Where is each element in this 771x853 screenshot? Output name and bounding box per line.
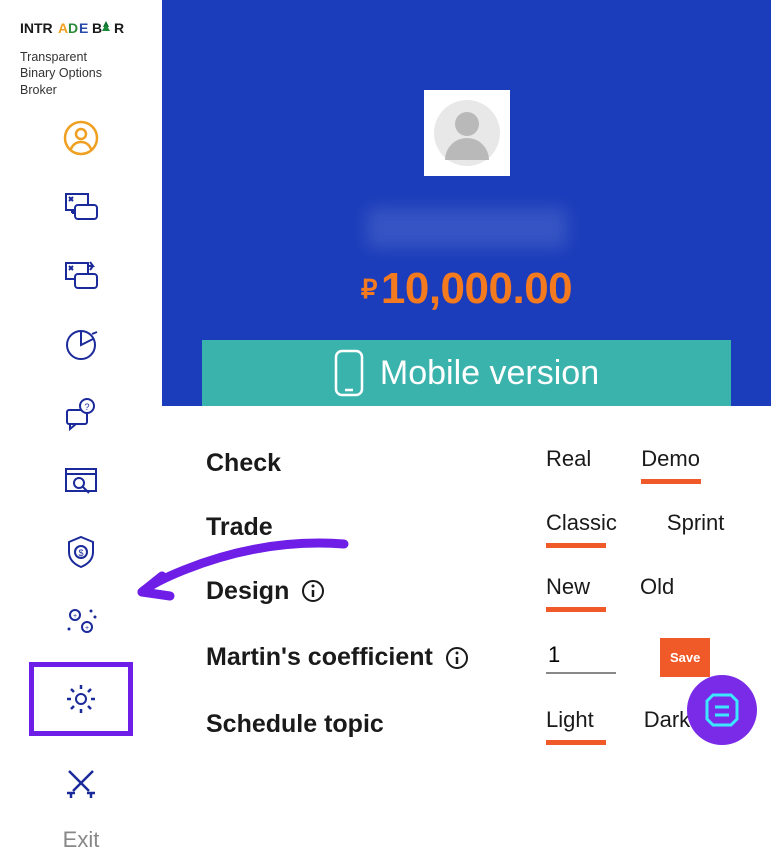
save-button[interactable]: Save — [660, 638, 710, 677]
design-option-new[interactable]: New — [546, 574, 590, 608]
mobile-version-label: Mobile version — [380, 354, 599, 393]
tagline: Transparent Binary Options Broker — [0, 49, 162, 98]
account-name-blurred — [367, 208, 567, 248]
settings-panel: Check Real Demo Trade Classic Sprint Des… — [162, 406, 771, 741]
nav-settings[interactable] — [29, 662, 133, 736]
check-option-demo[interactable]: Demo — [641, 446, 700, 480]
martin-input[interactable] — [546, 638, 616, 674]
setting-trade: Trade Classic Sprint — [206, 510, 731, 544]
design-option-old[interactable]: Old — [640, 574, 674, 608]
nav-profile[interactable] — [59, 116, 103, 160]
nav-stats[interactable] — [59, 323, 103, 367]
analysis-icon — [63, 465, 99, 501]
main-content: ₽10,000.00 Mobile version Check Real Dem… — [162, 0, 771, 759]
svg-text:R: R — [114, 20, 124, 36]
setting-martin-label: Martin's coefficient — [206, 643, 546, 672]
swords-icon — [63, 765, 99, 801]
nav-withdraw[interactable] — [59, 254, 103, 298]
nav-help[interactable]: ? — [59, 392, 103, 436]
svg-text:A: A — [58, 20, 68, 36]
withdraw-icon — [63, 258, 99, 294]
nav-analysis[interactable] — [59, 461, 103, 505]
phone-icon — [334, 349, 364, 397]
floating-badge[interactable] — [687, 675, 757, 745]
account-balance: ₽10,000.00 — [162, 264, 771, 314]
trade-option-classic[interactable]: Classic — [546, 510, 617, 544]
svg-text:INTR: INTR — [20, 20, 53, 36]
setting-check-label: Check — [206, 449, 546, 478]
avatar[interactable] — [424, 90, 510, 176]
check-option-real[interactable]: Real — [546, 446, 591, 480]
nav-exit[interactable]: Exit — [0, 827, 162, 853]
info-icon[interactable] — [445, 646, 469, 670]
avatar-placeholder-icon — [434, 100, 500, 166]
svg-text:+: + — [85, 625, 89, 632]
svg-text:$: $ — [78, 548, 83, 558]
schedule-option-dark[interactable]: Dark — [644, 707, 690, 741]
schedule-option-light[interactable]: Light — [546, 707, 594, 741]
profile-icon — [63, 120, 99, 156]
info-icon[interactable] — [301, 579, 325, 603]
setting-trade-label: Trade — [206, 513, 546, 542]
deposit-icon — [63, 189, 99, 225]
nav-affiliate[interactable]: ++ — [59, 599, 103, 643]
setting-martin: Martin's coefficient Save — [206, 638, 731, 677]
nav-deposit[interactable] — [59, 185, 103, 229]
badge-icon — [701, 689, 743, 731]
svg-text:B: B — [92, 20, 102, 36]
gear-icon — [63, 681, 99, 717]
svg-text:?: ? — [84, 402, 89, 412]
mobile-version-button[interactable]: Mobile version — [202, 340, 731, 406]
setting-design-label: Design — [206, 577, 546, 606]
nav-battle[interactable] — [59, 761, 103, 805]
logo-svg: INTR A D E B R — [20, 18, 142, 38]
svg-text:D: D — [68, 20, 78, 36]
piechart-icon — [63, 327, 99, 363]
trade-option-sprint[interactable]: Sprint — [667, 510, 724, 544]
nav-security[interactable]: $ — [59, 530, 103, 574]
setting-schedule: Schedule topic Light Dark — [206, 707, 731, 741]
account-header: ₽10,000.00 Mobile version — [162, 0, 771, 406]
svg-text:E: E — [79, 20, 88, 36]
sidebar: INTR A D E B R Transparent Binary Option… — [0, 0, 162, 759]
svg-text:+: + — [73, 613, 77, 620]
balance-amount: 10,000.00 — [381, 264, 572, 313]
setting-check: Check Real Demo — [206, 446, 731, 480]
nav-list: ? $ ++ — [0, 116, 162, 805]
setting-schedule-label: Schedule topic — [206, 710, 546, 739]
currency-symbol: ₽ — [361, 274, 377, 304]
logo: INTR A D E B R — [0, 18, 162, 43]
shield-icon: $ — [63, 534, 99, 570]
affiliate-icon: ++ — [63, 603, 99, 639]
help-icon: ? — [63, 396, 99, 432]
setting-design: Design New Old — [206, 574, 731, 608]
